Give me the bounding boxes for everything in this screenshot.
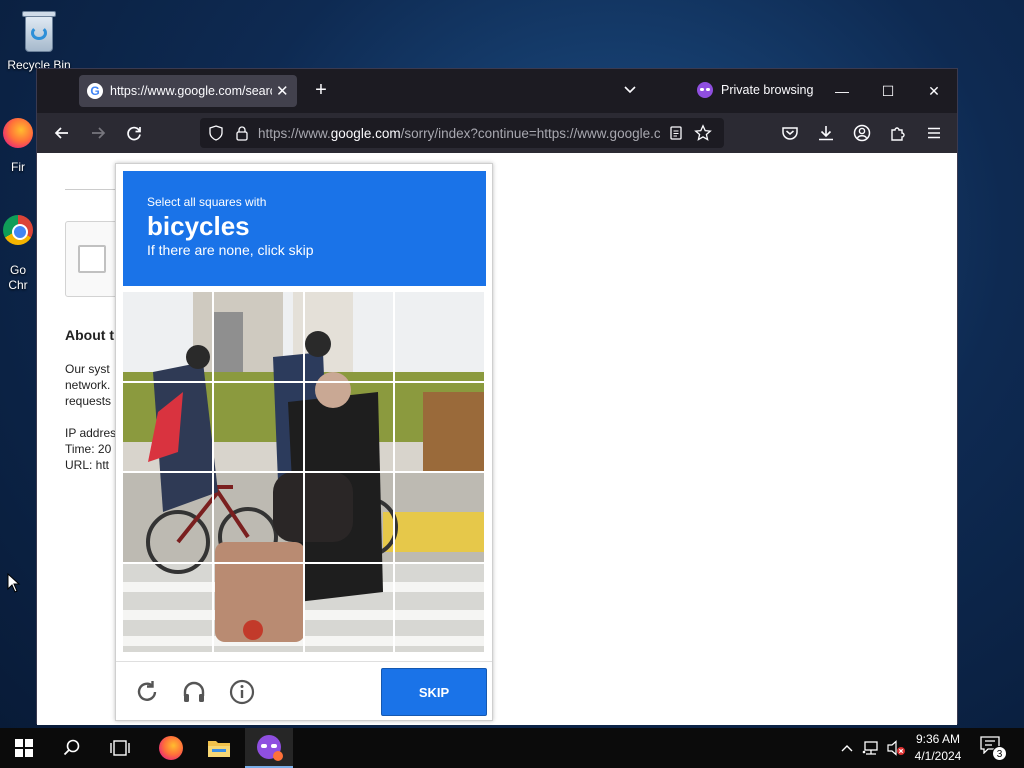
recaptcha-checkbox[interactable] <box>78 245 106 273</box>
recycle-bin-desktop-icon[interactable]: Recycle Bin <box>1 8 77 72</box>
challenge-footer: SKIP <box>116 661 492 721</box>
taskbar: 9:36 AM 4/1/2024 3 <box>0 728 1024 768</box>
tab-google-search[interactable]: G https://www.google.com/search ✕ <box>79 75 297 107</box>
grid-tile[interactable] <box>123 382 214 473</box>
reader-view-icon[interactable] <box>668 125 684 141</box>
headphones-icon[interactable] <box>180 678 208 706</box>
grid-tile[interactable] <box>213 563 305 654</box>
folder-icon <box>208 741 230 757</box>
info-icon[interactable] <box>228 678 256 706</box>
tab-title: https://www.google.com/search <box>110 84 272 98</box>
extensions-puzzle-icon[interactable] <box>885 120 911 146</box>
mouse-cursor-icon <box>7 573 21 593</box>
url-line: URL: htt <box>65 458 110 472</box>
lock-icon[interactable] <box>234 125 250 141</box>
url-host: google.com <box>330 125 401 141</box>
recaptcha-challenge: Select all squares with bicycles If ther… <box>115 163 493 721</box>
time-line: Time: 20 <box>65 442 112 456</box>
chrome-icon <box>3 215 33 245</box>
target-object-text: bicycles <box>147 211 250 241</box>
task-view-icon <box>110 740 130 756</box>
image-grid <box>123 292 486 654</box>
url-text: https://www.google.com/sorry/index?conti… <box>258 126 660 141</box>
private-browsing-indicator: Private browsing <box>697 82 813 98</box>
grid-tile[interactable] <box>123 473 214 564</box>
grid-tile[interactable] <box>395 563 486 654</box>
paragraph-line: network. <box>65 378 111 392</box>
tab-close-icon[interactable]: ✕ <box>276 82 289 100</box>
action-center-button[interactable]: 3 <box>980 736 1007 761</box>
about-heading: About th <box>65 327 123 343</box>
minimize-button[interactable]: — <box>827 77 857 105</box>
private-browsing-label: Private browsing <box>721 83 814 97</box>
maximize-button[interactable]: ☐ <box>873 77 903 105</box>
firefox-desktop-label: Fir <box>11 160 25 174</box>
tile-grid <box>123 292 486 654</box>
clock-time: 9:36 AM <box>915 732 961 746</box>
chevron-up-icon[interactable] <box>840 742 854 754</box>
firefox-icon <box>3 118 33 148</box>
grid-tile[interactable] <box>123 563 214 654</box>
refresh-icon[interactable] <box>133 678 161 706</box>
grid-tile[interactable] <box>395 382 486 473</box>
grid-tile[interactable] <box>395 292 486 383</box>
challenge-header: Select all squares with bicycles If ther… <box>123 171 486 286</box>
url-prefix: https://www. <box>258 125 331 141</box>
instruction-text: Select all squares with <box>147 195 267 209</box>
notification-count-badge: 3 <box>992 746 1007 761</box>
google-favicon-icon: G <box>87 83 103 99</box>
skip-button[interactable]: SKIP <box>381 668 487 716</box>
new-tab-button[interactable]: + <box>309 79 333 103</box>
taskbar-file-explorer[interactable] <box>195 728 243 768</box>
private-mask-icon <box>697 82 713 98</box>
firefox-desktop-icon[interactable]: Fir <box>0 118 36 174</box>
grid-tile[interactable] <box>304 563 396 654</box>
bookmark-star-icon[interactable] <box>694 124 712 142</box>
forward-arrow-icon[interactable] <box>85 120 111 146</box>
grid-tile[interactable] <box>304 382 396 473</box>
back-arrow-icon[interactable] <box>49 120 75 146</box>
request-info: IP addres Time: 20 URL: htt <box>65 425 116 473</box>
start-button[interactable] <box>0 728 48 768</box>
chevron-down-icon[interactable] <box>623 83 637 97</box>
reload-icon[interactable] <box>121 120 147 146</box>
windows-logo-icon <box>15 739 33 757</box>
paragraph-line: Our syst <box>65 362 110 376</box>
chrome-desktop-icon[interactable]: Go Chr <box>0 215 36 293</box>
close-window-button[interactable]: ✕ <box>919 77 949 105</box>
paragraph-line: requests <box>65 394 112 408</box>
shield-icon[interactable] <box>208 125 224 141</box>
clock-date: 4/1/2024 <box>914 749 962 763</box>
firefox-icon <box>159 736 183 760</box>
chrome-desktop-label: Go Chr <box>8 263 28 292</box>
taskbar-firefox[interactable] <box>147 728 195 768</box>
grid-tile[interactable] <box>304 473 396 564</box>
system-clock[interactable]: 9:36 AM 4/1/2024 <box>908 731 968 765</box>
account-icon[interactable] <box>849 120 875 146</box>
tab-bar: G https://www.google.com/search ✕ + Priv… <box>37 69 957 113</box>
grid-tile[interactable] <box>304 292 396 383</box>
url-path: /sorry/index?continue=https://www.google… <box>400 125 660 141</box>
task-view-button[interactable] <box>96 728 144 768</box>
recycle-bin-icon <box>19 8 59 54</box>
downloads-icon[interactable] <box>813 120 839 146</box>
grid-tile[interactable] <box>213 292 305 383</box>
search-icon <box>63 739 80 756</box>
grid-tile[interactable] <box>395 473 486 564</box>
search-button[interactable] <box>48 728 96 768</box>
nav-toolbar: https://www.google.com/sorry/index?conti… <box>37 113 957 153</box>
explanation-paragraph: Our syst network. requests <box>65 361 111 409</box>
ip-address-line: IP addres <box>65 426 117 440</box>
grid-tile[interactable] <box>213 382 305 473</box>
grid-tile[interactable] <box>213 473 305 564</box>
pocket-icon[interactable] <box>777 120 803 146</box>
skip-hint-text: If there are none, click skip <box>147 242 314 258</box>
taskbar-firefox-private[interactable] <box>245 728 293 768</box>
menu-hamburger-icon[interactable] <box>921 120 947 146</box>
private-browsing-icon <box>257 735 283 761</box>
volume-muted-icon[interactable] <box>886 740 906 756</box>
network-icon[interactable] <box>862 740 880 756</box>
address-bar[interactable]: https://www.google.com/sorry/index?conti… <box>200 118 724 148</box>
grid-tile[interactable] <box>123 292 214 383</box>
